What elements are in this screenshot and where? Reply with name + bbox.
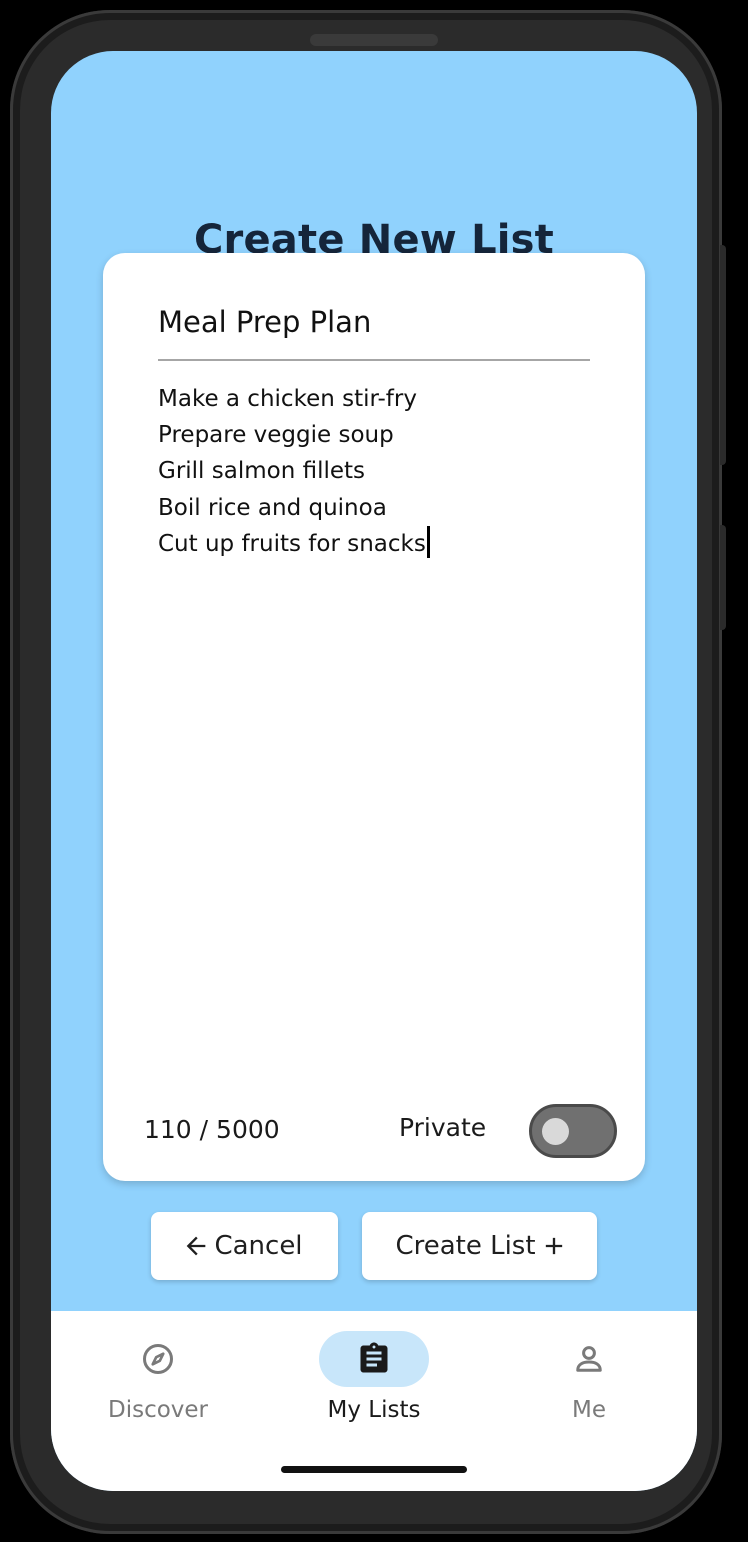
nav-label-discover: Discover <box>107 1397 209 1423</box>
list-line-last: Cut up fruits for snacks <box>158 525 590 562</box>
private-label: Private <box>399 1113 487 1142</box>
character-count: 110 / 5000 <box>144 1115 280 1144</box>
arrow-left-icon <box>187 1236 206 1256</box>
bottom-navigation: Discover My Lists Me <box>51 1311 697 1491</box>
nav-item-discover[interactable]: Discover <box>78 1331 238 1423</box>
nav-item-my-lists[interactable]: My Lists <box>294 1331 454 1423</box>
compass-icon <box>143 1344 173 1374</box>
power-button <box>720 525 726 630</box>
list-content-textarea[interactable]: Make a chicken stir-fry Prepare veggie s… <box>158 381 590 562</box>
nav-active-pill <box>319 1331 429 1387</box>
nav-label-me: Me <box>572 1397 606 1423</box>
toggle-knob <box>542 1118 569 1145</box>
clipboard-icon <box>360 1342 388 1373</box>
cancel-label: Cancel <box>214 1231 303 1261</box>
speaker-grille <box>310 34 438 46</box>
nav-label-my-lists: My Lists <box>327 1397 421 1423</box>
list-line: Prepare veggie soup <box>158 422 394 449</box>
private-toggle[interactable] <box>529 1104 617 1158</box>
list-title-input[interactable]: Meal Prep Plan <box>158 301 590 361</box>
nav-icon-container <box>534 1331 644 1387</box>
home-indicator[interactable] <box>281 1466 467 1473</box>
volume-button <box>720 245 726 465</box>
plus-icon <box>545 1237 562 1255</box>
list-line: Boil rice and quinoa <box>158 494 387 521</box>
person-icon <box>576 1346 602 1372</box>
create-list-label: Create List <box>395 1231 536 1261</box>
app-screen: Create New List Meal Prep Plan Make a ch… <box>51 51 697 1491</box>
text-cursor <box>426 525 430 558</box>
list-line: Grill salmon fillets <box>158 458 366 485</box>
cancel-button[interactable]: Cancel <box>151 1212 338 1280</box>
list-line: Make a chicken stir-fry <box>158 386 417 412</box>
list-line-text: Cut up fruits for snacks <box>158 530 426 557</box>
nav-icon-container <box>103 1331 213 1387</box>
create-list-button[interactable]: Create List <box>362 1212 597 1280</box>
nav-item-me[interactable]: Me <box>509 1331 669 1423</box>
list-editor-card: Meal Prep Plan Make a chicken stir-fry P… <box>103 253 645 1181</box>
